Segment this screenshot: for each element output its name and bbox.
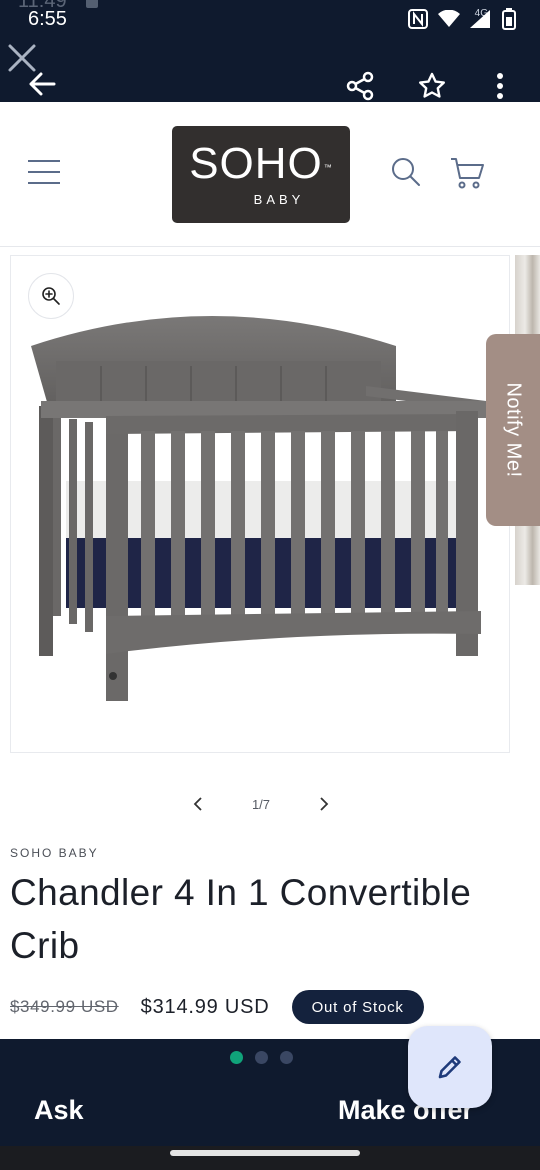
- ghost-notification-icon: [86, 0, 98, 8]
- next-image-button[interactable]: [312, 792, 336, 816]
- share-icon: [346, 71, 374, 101]
- cart-button[interactable]: [448, 156, 488, 192]
- home-gesture-handle[interactable]: [170, 1150, 360, 1156]
- page-dot: [280, 1051, 293, 1064]
- back-button[interactable]: [22, 66, 62, 102]
- ask-button[interactable]: Ask: [34, 1095, 84, 1126]
- status-bar: 11:49 6:55 4G: [0, 0, 540, 38]
- share-button[interactable]: [340, 66, 380, 106]
- sale-price: $314.99 USD: [140, 995, 270, 1018]
- logo-wordmark: SOHO™: [172, 142, 350, 186]
- nfc-icon: [408, 9, 428, 29]
- menu-line-icon: [28, 182, 60, 184]
- edit-fab-button[interactable]: [408, 1026, 492, 1108]
- notify-me-label: Notify Me!: [502, 382, 525, 478]
- menu-line-icon: [28, 171, 60, 173]
- search-icon: [392, 158, 420, 186]
- system-navigation-bar: [0, 1146, 540, 1170]
- page-dot-active: [230, 1051, 243, 1064]
- soho-baby-logo[interactable]: SOHO™ BABY: [172, 126, 350, 223]
- notify-me-tab[interactable]: Notify Me!: [486, 334, 540, 526]
- more-vert-icon: [497, 73, 503, 99]
- crib-image: [31, 316, 486, 701]
- product-image[interactable]: [10, 255, 510, 753]
- product-title: Chandler 4 In 1 Convertible Crib: [10, 872, 472, 966]
- star-outline-icon: [419, 72, 445, 98]
- page-dot: [255, 1051, 268, 1064]
- cart-icon: [451, 158, 484, 189]
- original-price: $349.99 USD: [10, 997, 119, 1016]
- product-gallery: Notify Me! 1/7: [0, 247, 540, 812]
- menu-line-icon: [28, 160, 60, 162]
- zoom-button[interactable]: [28, 273, 74, 319]
- signal-icon: [470, 10, 490, 28]
- search-button[interactable]: [390, 156, 424, 190]
- price-row: $349.99 USD $314.99 USD Out of Stock: [10, 990, 530, 1024]
- logo-subtitle: BABY: [253, 192, 305, 207]
- pencil-icon: [438, 1056, 461, 1079]
- product-vendor: SOHO BABY: [10, 846, 99, 860]
- stock-status-badge: Out of Stock: [291, 990, 424, 1024]
- bookmark-button[interactable]: [412, 66, 452, 106]
- logo-trademark: ™: [323, 163, 333, 172]
- status-icons: [408, 6, 516, 32]
- image-counter: 1/7: [251, 796, 271, 812]
- battery-icon: [502, 8, 516, 30]
- wifi-icon: [438, 10, 460, 27]
- chevron-right-icon: [320, 797, 329, 811]
- chevron-left-icon: [193, 797, 202, 811]
- more-options-button[interactable]: [480, 66, 520, 106]
- logo-main-text: SOHO: [189, 139, 323, 188]
- hamburger-menu-button[interactable]: [28, 160, 60, 190]
- page-indicator: [230, 1051, 293, 1064]
- zoom-in-icon: [42, 287, 60, 305]
- image-pager: 1/7: [186, 792, 336, 816]
- arrow-left-icon: [29, 72, 56, 96]
- browser-toolbar: [0, 38, 540, 102]
- site-header: SOHO™ BABY: [0, 102, 540, 247]
- clock: 6:55: [28, 8, 67, 30]
- previous-image-button[interactable]: [186, 792, 210, 816]
